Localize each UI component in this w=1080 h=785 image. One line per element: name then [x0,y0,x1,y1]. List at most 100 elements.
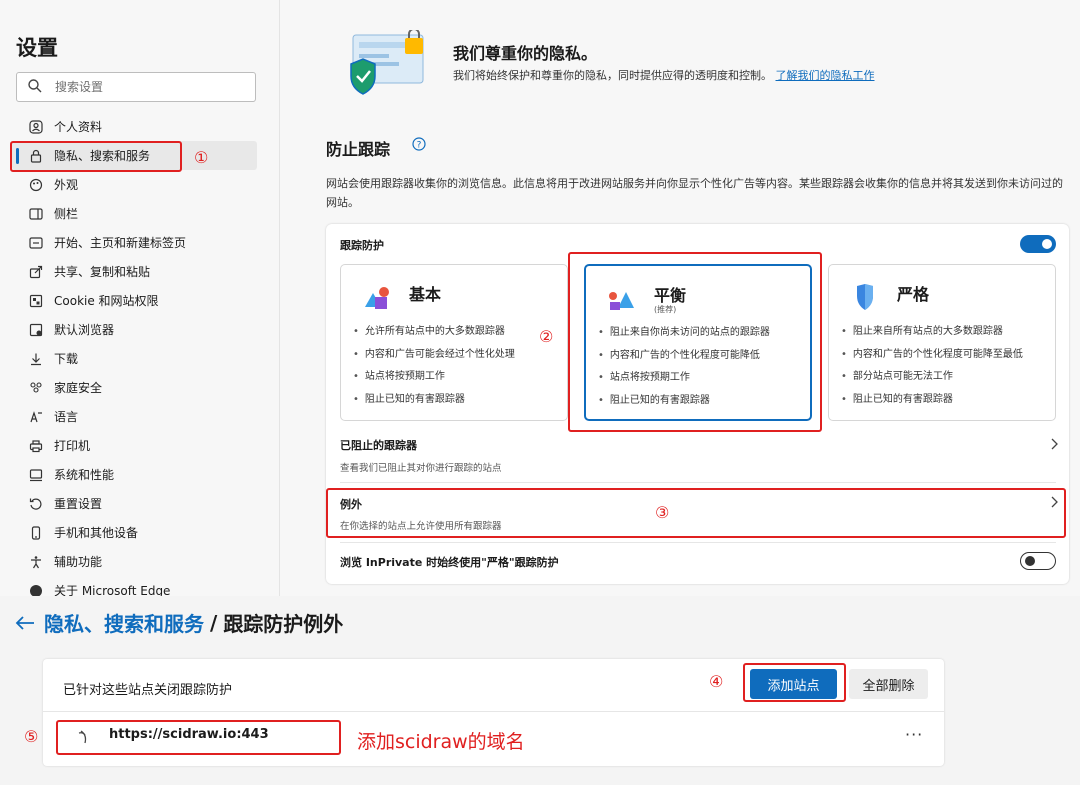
privacy-title: 我们尊重你的隐私。 [453,44,598,63]
sidebar-item-system[interactable]: 系统和性能 [12,460,257,489]
phone-icon [28,525,44,541]
tracking-protection-label: 跟踪防护 [340,239,384,252]
privacy-description: 我们将始终保护和尊重你的隐私，同时提供应得的透明度和控制。 了解我们的隐私工作 [453,66,933,85]
sidebar-item-family[interactable]: 家庭安全 [12,373,257,402]
system-icon [28,467,44,483]
share-icon [28,264,44,280]
help-icon[interactable]: ? [412,137,426,151]
breadcrumb-current: 跟踪防护例外 [223,612,344,636]
home-icon [28,235,44,251]
breadcrumb-link[interactable]: 隐私、搜索和服务 [44,608,204,637]
privacy-link[interactable]: 了解我们的隐私工作 [776,69,875,82]
level-bullet: 允许所有站点中的大多数跟踪器 [353,321,515,344]
sidebar-item-label: 侧栏 [54,207,79,221]
sidebar-item-label: 语言 [54,410,79,424]
inprivate-label: 浏览 InPrivate 时始终使用"严格"跟踪防护 [340,556,559,569]
sidebar-item-label: 外观 [54,178,79,192]
annotation-5: ⑤ [24,727,39,746]
sidebar-item-label: 开始、主页和新建标签页 [54,236,187,250]
divider [340,482,1056,483]
annotation-1: ① [194,148,209,167]
sidebar-item-label: 默认浏览器 [54,323,115,337]
settings-title: 设置 [16,36,58,60]
level-name: 基本 [409,285,442,304]
level-bullets: 允许所有站点中的大多数跟踪器 内容和广告可能会经过个性化处理 站点将按预期工作 … [353,321,515,411]
sidebar-item-label: 家庭安全 [54,381,103,395]
annotation-note: 添加scidraw的域名 [357,731,525,753]
level-strict[interactable]: 严格 阻止来自所有站点的大多数跟踪器 内容和广告的个性化程度可能降至最低 部分站… [828,264,1056,421]
shield-icon [857,284,873,310]
download-icon [28,351,44,367]
appearance-icon [28,177,44,193]
blocked-trackers-row[interactable]: 已阻止的跟踪器 查看我们已阻止其对你进行跟踪的站点 [326,428,1069,478]
highlight-site-url [56,720,341,755]
sidebar: 设置 个人资料 隐私、搜索和服务 外观 侧栏 [0,0,280,596]
sidebar-item-appearance[interactable]: 外观 [12,170,257,199]
inprivate-row: 浏览 InPrivate 时始终使用"严格"跟踪防护 [326,546,1069,576]
search-input[interactable] [55,77,245,97]
sidebar-item-phone[interactable]: 手机和其他设备 [12,518,257,547]
back-arrow-icon[interactable] [14,615,36,631]
level-basic[interactable]: 基本 允许所有站点中的大多数跟踪器 内容和广告可能会经过个性化处理 站点将按预期… [340,264,568,421]
blocked-trackers-subtitle: 查看我们已阻止其对你进行跟踪的站点 [340,463,502,474]
sidebar-item-reset[interactable]: 重置设置 [12,489,257,518]
sidebar-nav: 个人资料 隐私、搜索和服务 外观 侧栏 开始、主页和新建标签页 共享、复制和粘贴 [12,112,257,596]
sidebar-item-label: 重置设置 [54,497,103,511]
sidebar-item-start-home[interactable]: 开始、主页和新建标签页 [12,228,257,257]
sidebar-item-label: 个人资料 [54,120,103,134]
chevron-right-icon [1051,438,1058,450]
sidebar-item-accessibility[interactable]: 辅助功能 [12,547,257,576]
sidebar-item-languages[interactable]: 语言 [12,402,257,431]
highlight-balanced [568,252,822,432]
level-bullet: 内容和广告可能会经过个性化处理 [353,344,515,367]
reset-icon [28,496,44,512]
search-icon [28,79,42,93]
edge-icon [28,583,44,596]
divider [340,542,1056,543]
sidebar-item-label: 打印机 [54,439,91,453]
blocked-trackers-title: 已阻止的跟踪器 [340,439,417,452]
highlight-add-site [743,663,846,702]
sidebar-item-label: Cookie 和网站权限 [54,294,159,308]
exceptions-list-label: 已针对这些站点关闭跟踪防护 [63,683,233,698]
remove-all-button[interactable]: 全部删除 [849,669,928,699]
sidebar-item-about[interactable]: 关于 Microsoft Edge [12,576,257,596]
printer-icon [28,438,44,454]
level-bullet: 阻止已知的有害跟踪器 [353,389,515,412]
search-box[interactable] [16,72,256,102]
sidebar-icon [28,206,44,222]
accessibility-icon [28,554,44,570]
breadcrumb-separator: / [210,610,218,635]
tracking-protection-toggle[interactable] [1020,235,1056,253]
sidebar-item-downloads[interactable]: 下载 [12,344,257,373]
privacy-desc-text: 我们将始终保护和尊重你的隐私，同时提供应得的透明度和控制。 [453,69,772,82]
level-bullet: 阻止来自所有站点的大多数跟踪器 [841,321,1023,344]
family-icon [28,380,44,396]
settings-window: 设置 个人资料 隐私、搜索和服务 外观 侧栏 [0,0,1080,596]
sidebar-item-share[interactable]: 共享、复制和粘贴 [12,257,257,286]
svg-text:?: ? [417,141,422,151]
level-bullet: 部分站点可能无法工作 [841,366,1023,389]
sidebar-item-label: 辅助功能 [54,555,103,569]
basic-level-icon [365,287,389,309]
tracking-description: 网站会使用跟踪器收集你的浏览信息。此信息将用于改进网站服务并向你显示个性化广告等… [326,177,1063,209]
sidebar-item-printers[interactable]: 打印机 [12,431,257,460]
sidebar-item-label: 下载 [54,352,79,366]
inprivate-strict-toggle[interactable] [1020,552,1056,570]
sidebar-item-sidebar[interactable]: 侧栏 [12,199,257,228]
divider [43,711,944,712]
annotation-4: ④ [709,672,724,691]
sidebar-item-default-browser[interactable]: 默认浏览器 [12,315,257,344]
more-options-icon[interactable]: ··· [905,725,923,744]
sidebar-item-label: 共享、复制和粘贴 [54,265,151,279]
level-bullet: 站点将按预期工作 [353,366,515,389]
sidebar-item-cookies[interactable]: Cookie 和网站权限 [12,286,257,315]
sidebar-item-profile[interactable]: 个人资料 [12,112,257,141]
annotation-3: ③ [655,503,670,522]
browser-icon [28,322,44,338]
highlight-privacy-nav [10,141,182,172]
annotation-2: ② [539,327,554,346]
level-bullet: 内容和广告的个性化程度可能降至最低 [841,344,1023,367]
level-bullets: 阻止来自所有站点的大多数跟踪器 内容和广告的个性化程度可能降至最低 部分站点可能… [841,321,1023,411]
exceptions-page: 隐私、搜索和服务 / 跟踪防护例外 已针对这些站点关闭跟踪防护 添加站点 全部删… [0,596,1080,785]
